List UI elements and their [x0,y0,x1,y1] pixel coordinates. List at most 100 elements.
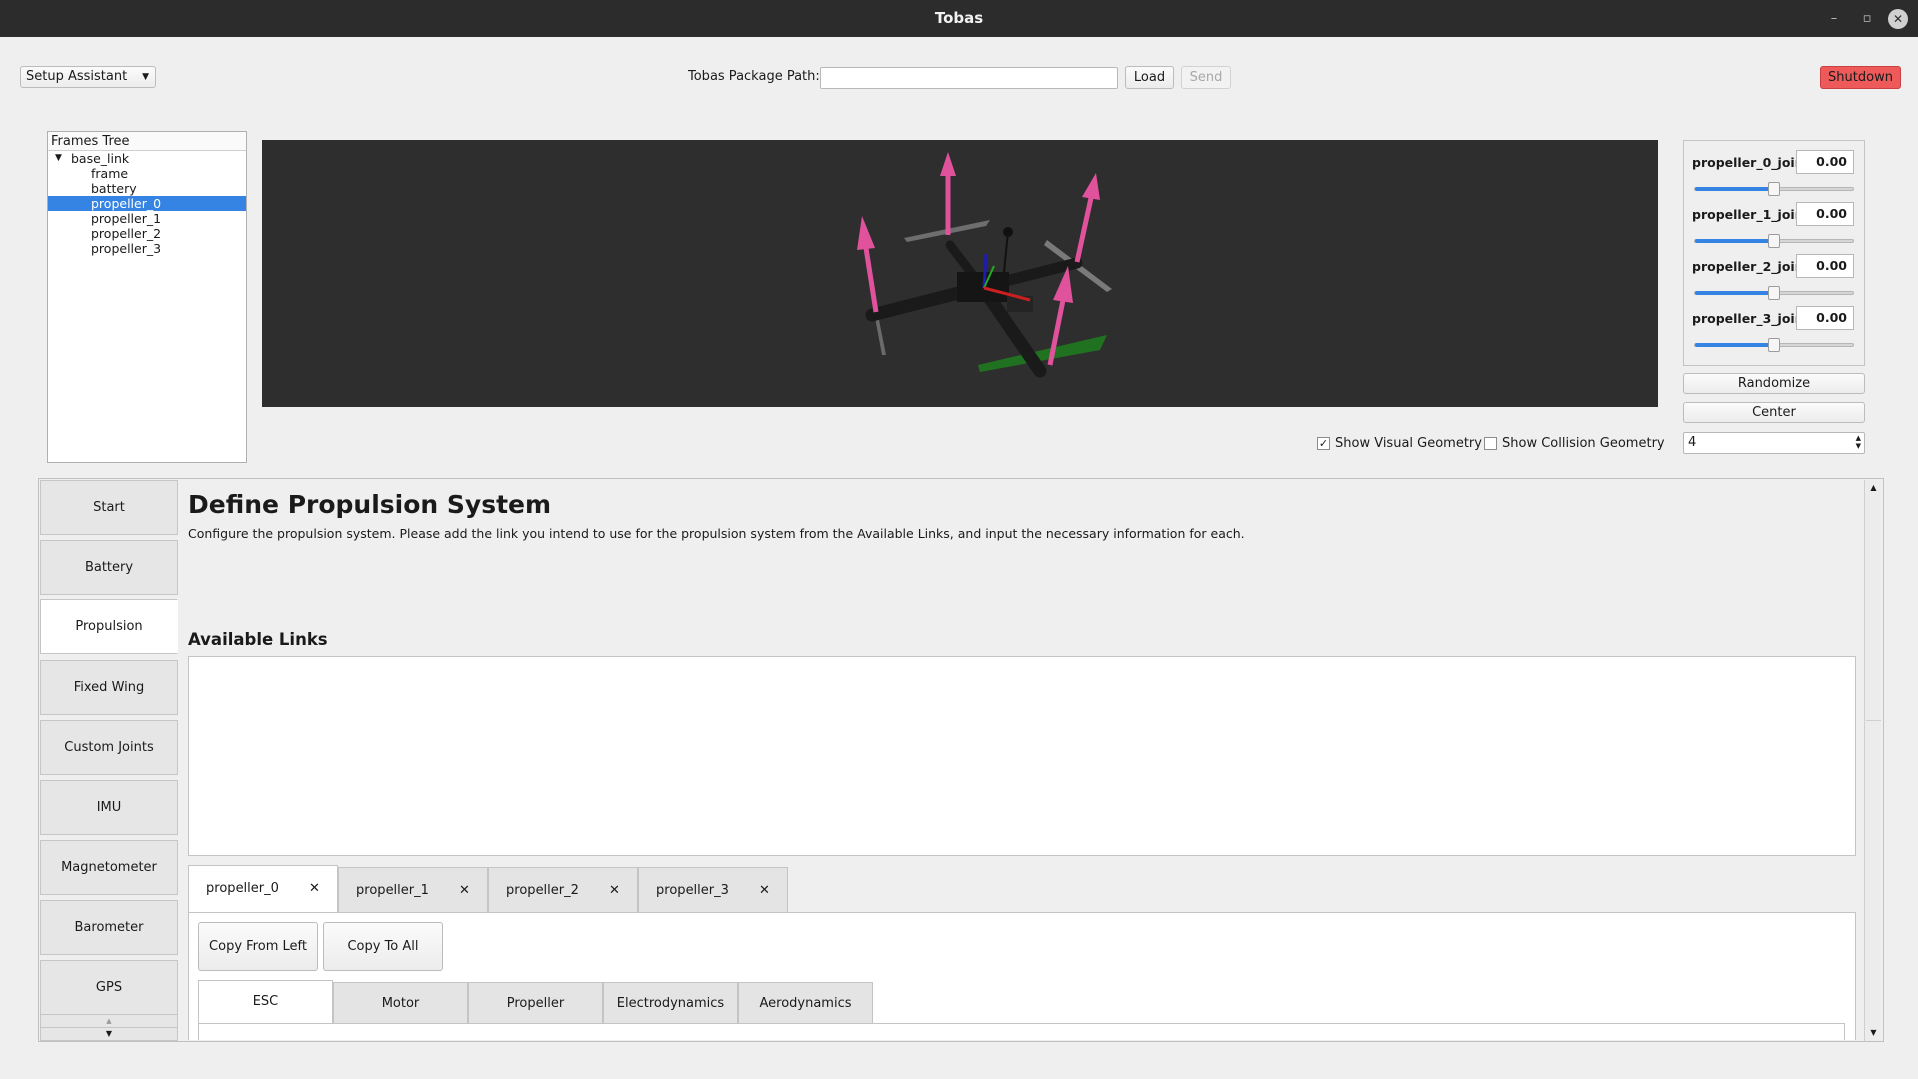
joint-label: propeller_0_joint [1692,155,1810,170]
slider-fill [1695,187,1774,191]
joint-value-field[interactable]: 0.00 [1796,150,1854,174]
slider-thumb[interactable] [1768,234,1780,248]
copy-from-left-button[interactable]: Copy From Left [198,922,318,971]
center-button[interactable]: Center [1683,402,1865,423]
tree-item-label: frame [91,166,129,181]
sub-tab-motor[interactable]: Motor [333,982,468,1024]
close-tab-icon[interactable]: ✕ [759,883,770,898]
package-path-label: Tobas Package Path: [688,69,820,84]
tree-item-propeller-0[interactable]: propeller_0 [48,196,246,211]
available-links-heading: Available Links [188,630,328,649]
tree-item-propeller-3[interactable]: propeller_3 [48,241,246,256]
frames-tree[interactable]: Frames Tree ▼ base_link frame battery pr… [47,131,247,463]
nav-item-imu[interactable]: IMU [40,780,178,835]
minimize-icon[interactable]: – [1824,9,1844,29]
tree-item-propeller-1[interactable]: propeller_1 [48,211,246,226]
tree-item-propeller-2[interactable]: propeller_2 [48,226,246,241]
close-tab-icon[interactable]: ✕ [459,883,470,898]
sub-tab-electrodynamics[interactable]: Electrodynamics [603,982,738,1024]
close-icon[interactable]: ✕ [1888,9,1908,29]
tab-label: propeller_3 [656,883,729,898]
show-visual-checkbox[interactable]: ✓ [1317,437,1330,450]
show-visual-label: Show Visual Geometry [1335,436,1482,451]
spin-arrows-icon[interactable]: ▲ ▼ [1856,434,1861,450]
sub-tab-esc[interactable]: ESC [198,980,333,1024]
nav-item-fixed-wing[interactable]: Fixed Wing [40,660,178,715]
slider-thumb[interactable] [1768,338,1780,352]
tree-item-battery[interactable]: battery [48,181,246,196]
tree-item-label: propeller_0 [91,196,162,211]
show-collision-checkbox[interactable] [1484,437,1497,450]
scroll-track-divider [1866,720,1881,721]
tab-label: propeller_1 [356,883,429,898]
joint-slider[interactable] [1694,338,1854,352]
joint-value-field[interactable]: 0.00 [1796,202,1854,226]
show-collision-label: Show Collision Geometry [1502,436,1665,451]
maximize-icon[interactable]: ▫ [1857,9,1877,29]
package-path-input[interactable] [820,67,1118,89]
tab-label: propeller_2 [506,883,579,898]
tree-item-label: propeller_1 [91,211,162,226]
nav-item-propulsion[interactable]: Propulsion [40,599,178,654]
load-button[interactable]: Load [1125,66,1174,89]
close-tab-icon[interactable]: ✕ [609,883,620,898]
joint-label: propeller_2_joint [1692,259,1810,274]
frames-tree-header: Frames Tree [48,132,246,151]
tab-propeller-3[interactable]: propeller_3 ✕ [638,867,788,913]
title-bar: Tobas – ▫ ✕ [0,0,1918,37]
sub-tab-aerodynamics[interactable]: Aerodynamics [738,982,873,1024]
joint-slider[interactable] [1694,286,1854,300]
page-description: Configure the propulsion system. Please … [188,526,1245,541]
drone-model [857,152,1112,378]
joint-slider[interactable] [1694,234,1854,248]
scroll-up-icon[interactable]: ▲ [1865,480,1882,496]
joint-controls-panel: propeller_0_joint 0.00 propeller_1_joint… [1683,140,1865,366]
shutdown-button[interactable]: Shutdown [1820,66,1901,89]
slider-thumb[interactable] [1768,286,1780,300]
slider-fill [1695,291,1774,295]
joint-slider[interactable] [1694,182,1854,196]
propeller-tab-panel: Copy From Left Copy To All ESC Motor Pro… [188,912,1856,1040]
page-title: Define Propulsion System [188,490,552,519]
nav-item-custom-joints[interactable]: Custom Joints [40,720,178,775]
nav-scroll-down-icon[interactable]: ▼ [40,1027,178,1041]
nav-item-start[interactable]: Start [40,480,178,535]
tab-propeller-1[interactable]: propeller_1 ✕ [338,867,488,913]
nav-item-gps[interactable]: GPS [40,960,178,1015]
sub-tab-propeller[interactable]: Propeller [468,982,603,1024]
robot-3d-viewport[interactable] [262,140,1658,407]
nav-item-magnetometer[interactable]: Magnetometer [40,840,178,895]
tab-label: propeller_0 [206,881,279,896]
tab-propeller-0[interactable]: propeller_0 ✕ [188,865,338,913]
sub-tab-panel [198,1023,1845,1040]
joint-label: propeller_1_joint [1692,207,1810,222]
tree-item-base-link[interactable]: ▼ base_link [48,151,246,166]
mode-select-value: Setup Assistant [26,69,128,84]
copy-to-all-button[interactable]: Copy To All [323,922,443,971]
tree-item-label: base_link [71,151,130,166]
tree-item-frame[interactable]: frame [48,166,246,181]
tree-item-label: propeller_3 [91,241,162,256]
nav-item-battery[interactable]: Battery [40,540,178,595]
expand-arrow-icon[interactable]: ▼ [55,151,62,166]
tab-propeller-2[interactable]: propeller_2 ✕ [488,867,638,913]
joint-value-field[interactable]: 0.00 [1796,254,1854,278]
spin-box-value: 4 [1688,435,1697,450]
content-scrollbar[interactable]: ▲ ▼ [1864,480,1881,1041]
joint-label: propeller_3_joint [1692,311,1810,326]
nav-scroll-up-icon[interactable]: ▲ [40,1014,178,1028]
propulsion-page: Define Propulsion System Configure the p… [180,481,1865,1040]
nav-item-barometer[interactable]: Barometer [40,900,178,955]
spin-box[interactable]: 4 ▲ ▼ [1683,432,1865,454]
close-tab-icon[interactable]: ✕ [309,881,320,896]
send-button[interactable]: Send [1181,66,1231,89]
available-links-list[interactable] [188,656,1856,856]
mode-select[interactable]: Setup Assistant ▼ [20,66,156,88]
randomize-button[interactable]: Randomize [1683,373,1865,394]
scroll-down-icon[interactable]: ▼ [1865,1025,1882,1041]
tree-item-label: battery [91,181,137,196]
window-title: Tobas [934,9,984,27]
slider-thumb[interactable] [1768,182,1780,196]
joint-value-field[interactable]: 0.00 [1796,306,1854,330]
tree-item-label: propeller_2 [91,226,162,241]
